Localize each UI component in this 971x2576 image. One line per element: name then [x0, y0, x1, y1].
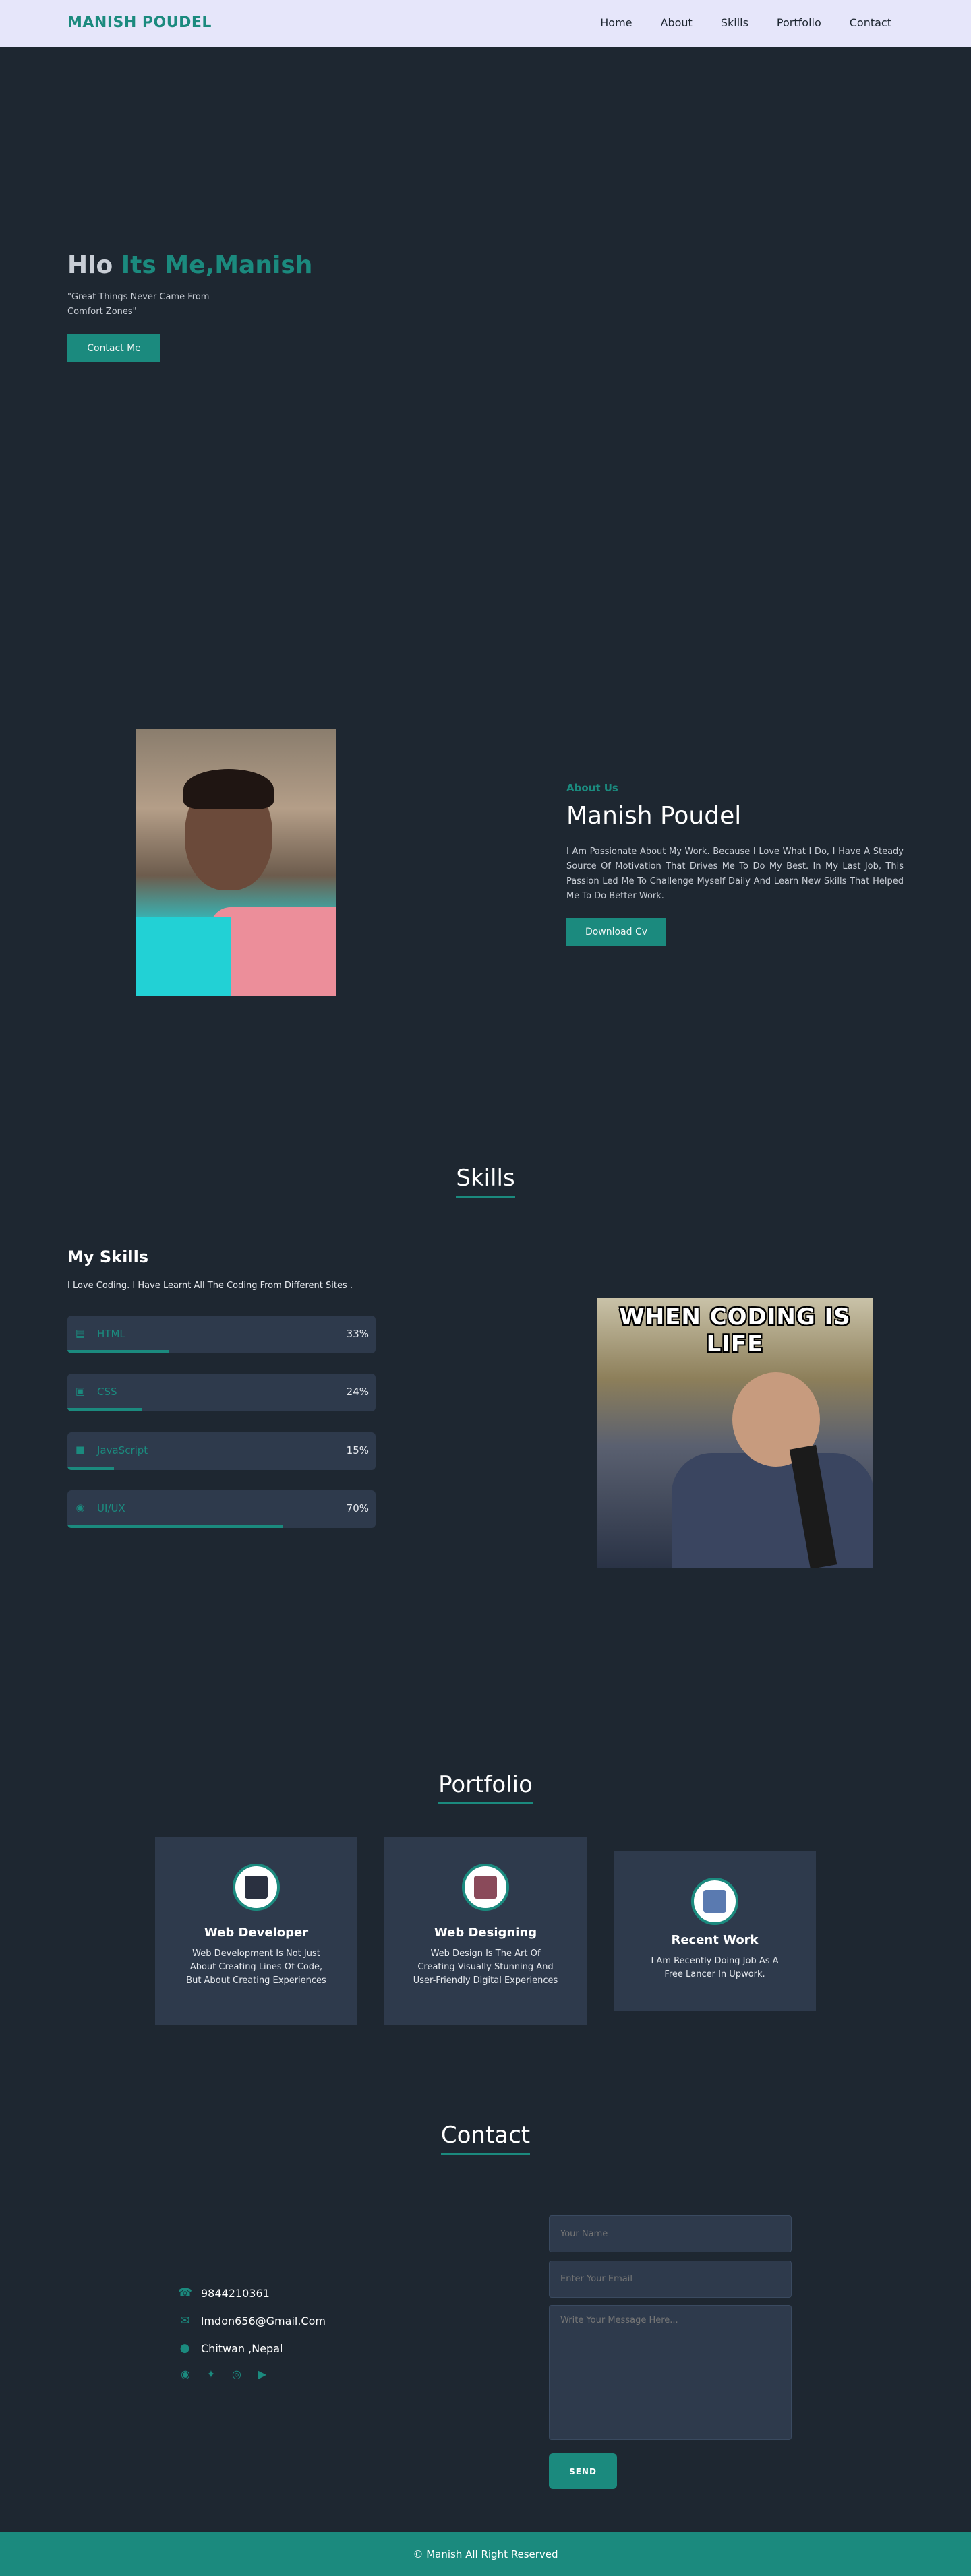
nav-link-home[interactable]: Home: [600, 16, 632, 29]
nav-link-portfolio[interactable]: Portfolio: [777, 16, 821, 29]
skill-uiux: ◉ UI/UX 70%: [67, 1490, 376, 1528]
instagram-icon[interactable]: ◎: [229, 2367, 244, 2382]
skill-percent: 33%: [346, 1328, 369, 1340]
skill-percent: 70%: [346, 1502, 369, 1514]
card-title: Web Designing: [434, 1926, 537, 1940]
skill-name: JavaScript: [97, 1444, 148, 1456]
portfolio-section-title: Portfolio: [0, 1771, 971, 1804]
skill-html: ▤ HTML 33%: [67, 1316, 376, 1353]
card-text: Web Development Is Not Just About Creati…: [186, 1949, 326, 1986]
card-title: Recent Work: [671, 1933, 759, 1947]
contact-phone: ☎ 9844210361: [178, 2286, 270, 2300]
skill-percent: 24%: [346, 1386, 369, 1398]
download-cv-button[interactable]: Download Cv: [566, 918, 666, 946]
web-designing-avatar: [462, 1864, 509, 1911]
skill-bar: [67, 1525, 283, 1528]
contact-location: ● Chitwan ,Nepal: [178, 2341, 283, 2355]
card-text: Web Design Is The Art Of Creating Visual…: [413, 1949, 558, 1986]
skills-section-title: Skills: [0, 1165, 971, 1198]
css-icon: ▣: [75, 1385, 86, 1397]
nav-link-about[interactable]: About: [661, 16, 693, 29]
message-textarea[interactable]: [549, 2305, 792, 2440]
contact-email: ✉ lmdon656@Gmail.Com: [178, 2314, 326, 2327]
portfolio-card-web-designing[interactable]: Web Designing Web Design Is The Art Of C…: [384, 1837, 587, 2025]
hero-name-highlight: Its Me,Manish: [121, 251, 313, 279]
skills-intro: I Love Coding. I Have Learnt All The Cod…: [67, 1281, 353, 1291]
card-text: I Am Recently Doing Job As A Free Lancer…: [651, 1956, 779, 1980]
footer: © Manish All Right Reserved: [0, 2532, 971, 2576]
portfolio-card-recent-work[interactable]: Recent Work I Am Recently Doing Job As A…: [614, 1851, 816, 2011]
contact-section-title: Contact: [0, 2122, 971, 2155]
send-button[interactable]: SEND: [549, 2453, 617, 2489]
about-subtitle: About Us: [566, 782, 618, 794]
skill-bar: [67, 1408, 142, 1411]
nav-links: Home About Skills Portfolio Contact: [572, 16, 891, 29]
skill-bar: [67, 1467, 114, 1470]
skill-javascript: ■ JavaScript 15%: [67, 1432, 376, 1470]
js-icon: ■: [75, 1444, 86, 1456]
email-input[interactable]: [549, 2261, 792, 2298]
brand-logo[interactable]: MANISH POUDEL: [67, 14, 212, 31]
nav-link-contact[interactable]: Contact: [850, 16, 891, 29]
meme-caption: WHEN CODING IS LIFE: [619, 1304, 851, 1357]
about-text: I Am Passionate About My Work. Because I…: [566, 847, 904, 901]
twitter-icon[interactable]: ✦: [204, 2367, 218, 2382]
footer-text: © Manish All Right Reserved: [413, 2548, 558, 2560]
card-title: Web Developer: [204, 1926, 309, 1940]
about-name: Manish Poudel: [566, 802, 742, 830]
hero-title: Hlo Its Me,Manish: [67, 251, 312, 279]
phone-icon: ☎: [178, 2286, 193, 2300]
recent-work-avatar: [691, 1878, 738, 1925]
social-links: ◉ ✦ ◎ ▶: [178, 2367, 270, 2382]
navbar: MANISH POUDEL Home About Skills Portfoli…: [0, 0, 971, 47]
skill-bar: [67, 1350, 169, 1353]
coding-meme-image: WHEN CODING IS LIFE: [597, 1298, 873, 1568]
html-icon: ▤: [75, 1327, 86, 1339]
skill-percent: 15%: [346, 1444, 369, 1456]
contact-me-button[interactable]: Contact Me: [67, 334, 160, 362]
nav-link-skills[interactable]: Skills: [721, 16, 748, 29]
hero-greeting: Hlo: [67, 251, 113, 279]
skill-name: HTML: [97, 1328, 125, 1340]
web-developer-avatar: [233, 1864, 280, 1911]
skill-name: UI/UX: [97, 1502, 125, 1514]
youtube-icon[interactable]: ▶: [255, 2367, 270, 2382]
hero-quote: "Great Things Never Came From Comfort Zo…: [67, 292, 210, 317]
facebook-icon[interactable]: ◉: [178, 2367, 193, 2382]
profile-photo: [136, 729, 336, 996]
location-pin-icon: ●: [179, 2341, 190, 2355]
skill-name: CSS: [97, 1386, 117, 1398]
skills-heading: My Skills: [67, 1248, 149, 1266]
name-input[interactable]: [549, 2215, 792, 2252]
skill-css: ▣ CSS 24%: [67, 1374, 376, 1411]
palette-icon: ◉: [76, 1502, 85, 1514]
envelope-icon: ✉: [179, 2314, 190, 2327]
portfolio-card-web-developer[interactable]: Web Developer Web Development Is Not Jus…: [155, 1837, 357, 2025]
